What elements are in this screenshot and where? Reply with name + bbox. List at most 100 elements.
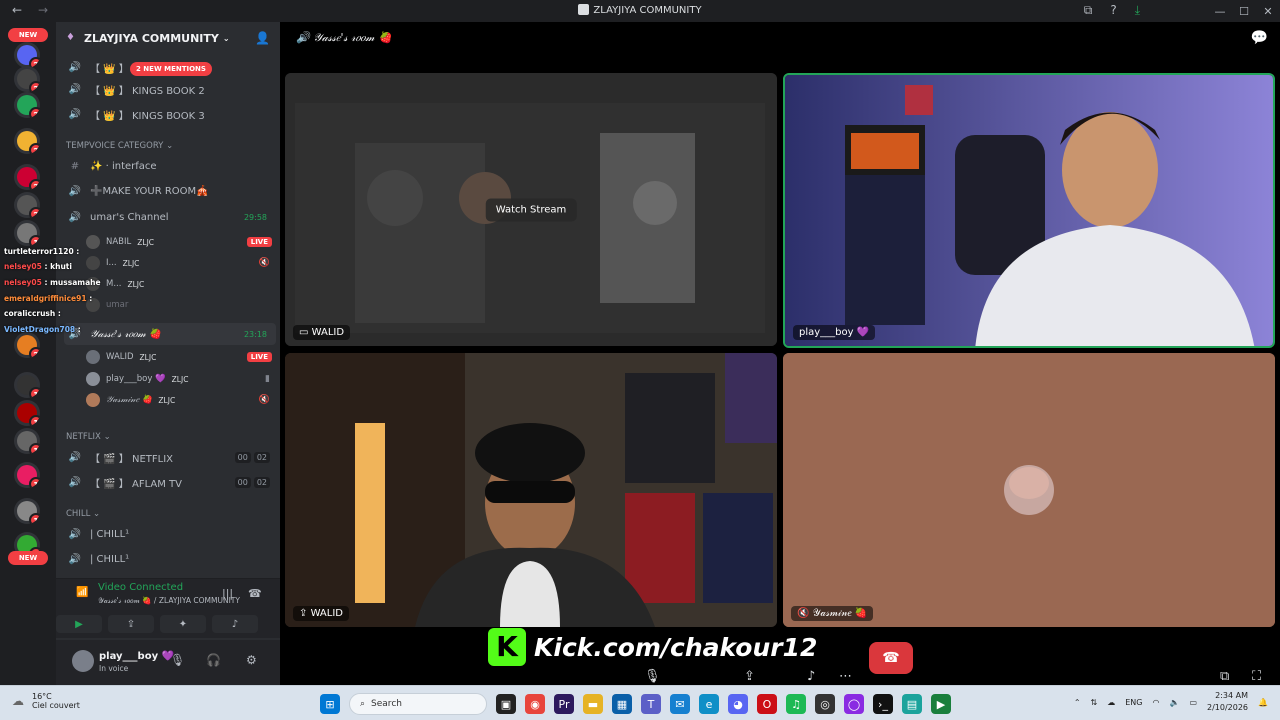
video-tile-walid-camera[interactable]: ⇪ WALID — [285, 353, 777, 627]
new-pill[interactable]: NEW — [8, 28, 48, 42]
avatar — [86, 372, 100, 386]
spotify-icon[interactable]: ♫ — [786, 694, 806, 714]
activities-button[interactable]: ✦ — [160, 615, 206, 633]
category-tempvoice[interactable]: TEMPVOICE CATEGORY ⌄ — [66, 141, 173, 151]
voice-channel[interactable]: 🔊 【 👑 】 KINGS BOOK 3 — [64, 103, 276, 125]
server-button[interactable]: 2 — [14, 128, 40, 154]
server-button[interactable]: 2 — [14, 192, 40, 218]
new-pill[interactable]: NEW — [8, 551, 48, 565]
clock[interactable]: 2:34 AM 2/10/2026 — [1207, 690, 1248, 714]
server-button[interactable]: 2 — [14, 42, 40, 68]
microphone-icon[interactable]: 🎙 — [644, 669, 661, 684]
chat-bubble-icon[interactable]: 💬 — [1251, 30, 1268, 46]
server-button[interactable]: 1 — [14, 498, 40, 524]
network-icon[interactable]: ⇅ — [1091, 698, 1098, 707]
avatar[interactable] — [72, 650, 94, 672]
voice-channel-chill[interactable]: 🔊 | CHILL¹ — [64, 523, 276, 545]
server-button[interactable]: 1 — [14, 220, 40, 246]
terminal-icon[interactable]: ›_ — [873, 694, 893, 714]
server-button[interactable]: 1 — [14, 462, 40, 488]
voice-user[interactable]: M... ZLJC — [86, 274, 272, 294]
add-member-icon[interactable]: 👤 — [255, 31, 270, 45]
close-button[interactable]: ✕ — [1256, 0, 1280, 22]
task-view-icon[interactable]: ▣ — [496, 694, 516, 714]
download-icon[interactable]: ⤓ — [1135, 3, 1140, 18]
microphone-icon[interactable]: 🎙 — [170, 653, 185, 667]
discord-icon[interactable]: ◕ — [728, 694, 748, 714]
mail-icon[interactable]: ✉ — [670, 694, 690, 714]
watch-stream-button[interactable]: Watch Stream — [485, 198, 577, 221]
maximize-button[interactable]: ☐ — [1232, 0, 1256, 22]
voice-channel[interactable]: 🔊 【 👑 】 KINGS BOOK 2 — [64, 78, 276, 100]
wifi-icon[interactable]: ◠ — [1152, 698, 1159, 707]
new-mentions-pill[interactable]: 2 NEW MENTIONS — [130, 62, 212, 76]
headphones-icon[interactable]: 🎧 — [206, 653, 221, 667]
disconnect-call-button[interactable]: ☎ — [869, 642, 913, 674]
voice-channel-netflix[interactable]: 🔊 【 🎬 】 NETFLIX 00 02 — [64, 446, 276, 468]
help-icon[interactable]: ? — [1110, 3, 1116, 18]
fullscreen-icon[interactable]: ⛶ — [1252, 669, 1261, 684]
volume-icon[interactable]: 🔈 — [1169, 698, 1179, 707]
voice-status[interactable]: Video Connected — [98, 582, 183, 593]
voice-channel-umar[interactable]: 🔊 umar's Channel 29:58 — [64, 206, 276, 228]
battery-icon[interactable]: ▭ — [1189, 698, 1197, 707]
voice-user-walid[interactable]: WALID ZLJC LIVE — [86, 347, 272, 367]
settings-gear-icon[interactable]: ⚙ — [246, 653, 257, 667]
obs-icon[interactable]: ◎ — [815, 694, 835, 714]
camera-button[interactable]: ▶ — [56, 615, 102, 633]
video-tile-yasmine[interactable]: 🔇 𝒴𝒶𝓈𝓂𝒾𝓃𝑒 🍓 — [783, 353, 1275, 627]
category-chill[interactable]: CHILL ⌄ — [66, 509, 100, 519]
video-tile-walid-stream[interactable]: Watch Stream ▭ WALID — [285, 73, 777, 346]
voice-user-playboy[interactable]: play___boy 💜 ZLJC ▮ — [86, 369, 272, 389]
server-header[interactable]: ♦ ZLAYJIYA COMMUNITY ⌄ 👤 — [56, 22, 280, 54]
more-options-icon[interactable]: ⋯ — [839, 669, 852, 684]
language-indicator[interactable]: ENG — [1125, 698, 1142, 707]
screen-share-button[interactable]: ⇪ — [108, 615, 154, 633]
chrome-icon[interactable]: ◉ — [525, 694, 545, 714]
taskbar-search[interactable]: ⌕ Search — [349, 693, 487, 715]
soundboard-button[interactable]: ♪ — [212, 615, 258, 633]
screen-icon[interactable]: ⧉ — [1084, 3, 1093, 18]
chevron-up-icon[interactable]: ⌃ — [1074, 698, 1081, 707]
file-explorer-icon[interactable]: ▬ — [583, 694, 603, 714]
voice-location[interactable]: 𝒴𝒶𝓈𝓈𝑒'𝓈 𝓇𝑜𝑜𝓂 🍓 / ZLAYJIYA COMMUNITY — [98, 596, 240, 606]
server-button[interactable]: 1 — [14, 428, 40, 454]
soundboard-icon[interactable]: ♪ — [807, 669, 815, 684]
notepad-icon[interactable]: ▤ — [902, 694, 922, 714]
disconnect-icon[interactable]: ☎ — [248, 587, 262, 600]
minimize-button[interactable]: — — [1208, 0, 1232, 22]
signal-icon[interactable]: 📶 — [76, 587, 88, 598]
app-icon[interactable]: ▶ — [931, 694, 951, 714]
user-panel: play___boy 💜 In voice 🎙 🎧 ⚙ — [56, 640, 280, 685]
teams-icon[interactable]: T — [641, 694, 661, 714]
voice-user[interactable]: I... ZLJC 🔇 — [86, 253, 272, 273]
server-button[interactable]: 2 — [14, 164, 40, 190]
voice-user-yasmine[interactable]: 𝒴𝒶𝓈𝓂𝒾𝓃𝑒 🍓 ZLJC 🔇 — [86, 390, 272, 410]
server-button[interactable]: 1 — [14, 400, 40, 426]
server-rail: NEW 2 2 2 2 2 2 1 2 1 1 1 1 1 1 NEW — [0, 22, 56, 685]
opera-icon[interactable]: O — [757, 694, 777, 714]
category-netflix[interactable]: NETFLIX ⌄ — [66, 432, 111, 442]
edge-icon[interactable]: e — [699, 694, 719, 714]
voice-channel-aflam[interactable]: 🔊 【 🎬 】 AFLAM TV 00 02 — [64, 471, 276, 493]
voice-user[interactable]: NABIL ZLJC LIVE — [86, 232, 272, 252]
screen-share-icon[interactable]: ⇪ — [744, 669, 755, 684]
app-icon[interactable]: ◯ — [844, 694, 864, 714]
voice-channel-make-room[interactable]: 🔊 ➕MAKE YOUR ROOM🎪 — [64, 180, 276, 202]
speaker-icon: 🔊 — [68, 528, 82, 540]
voice-channel-chill[interactable]: 🔊 | CHILL¹ — [64, 548, 276, 570]
server-button[interactable]: 1 — [14, 372, 40, 398]
premiere-icon[interactable]: Pr — [554, 694, 574, 714]
store-icon[interactable]: ▦ — [612, 694, 632, 714]
video-tile-playboy[interactable]: play___boy 💜 — [783, 73, 1275, 348]
voice-user[interactable]: umar — [86, 295, 272, 315]
cloud-icon[interactable]: ☁ — [1107, 698, 1115, 707]
text-channel-interface[interactable]: # ✨ · interface — [64, 155, 276, 177]
noise-suppression-icon[interactable]: ||| — [222, 587, 233, 600]
server-button[interactable]: 2 — [14, 92, 40, 118]
notifications-icon[interactable]: 🔔 — [1258, 698, 1268, 707]
popout-icon[interactable]: ⧉ — [1220, 669, 1229, 684]
server-button[interactable]: 2 — [14, 66, 40, 92]
weather-widget[interactable]: ☁ 16°C Ciel couvert — [12, 692, 80, 710]
start-button[interactable]: ⊞ — [320, 694, 340, 714]
